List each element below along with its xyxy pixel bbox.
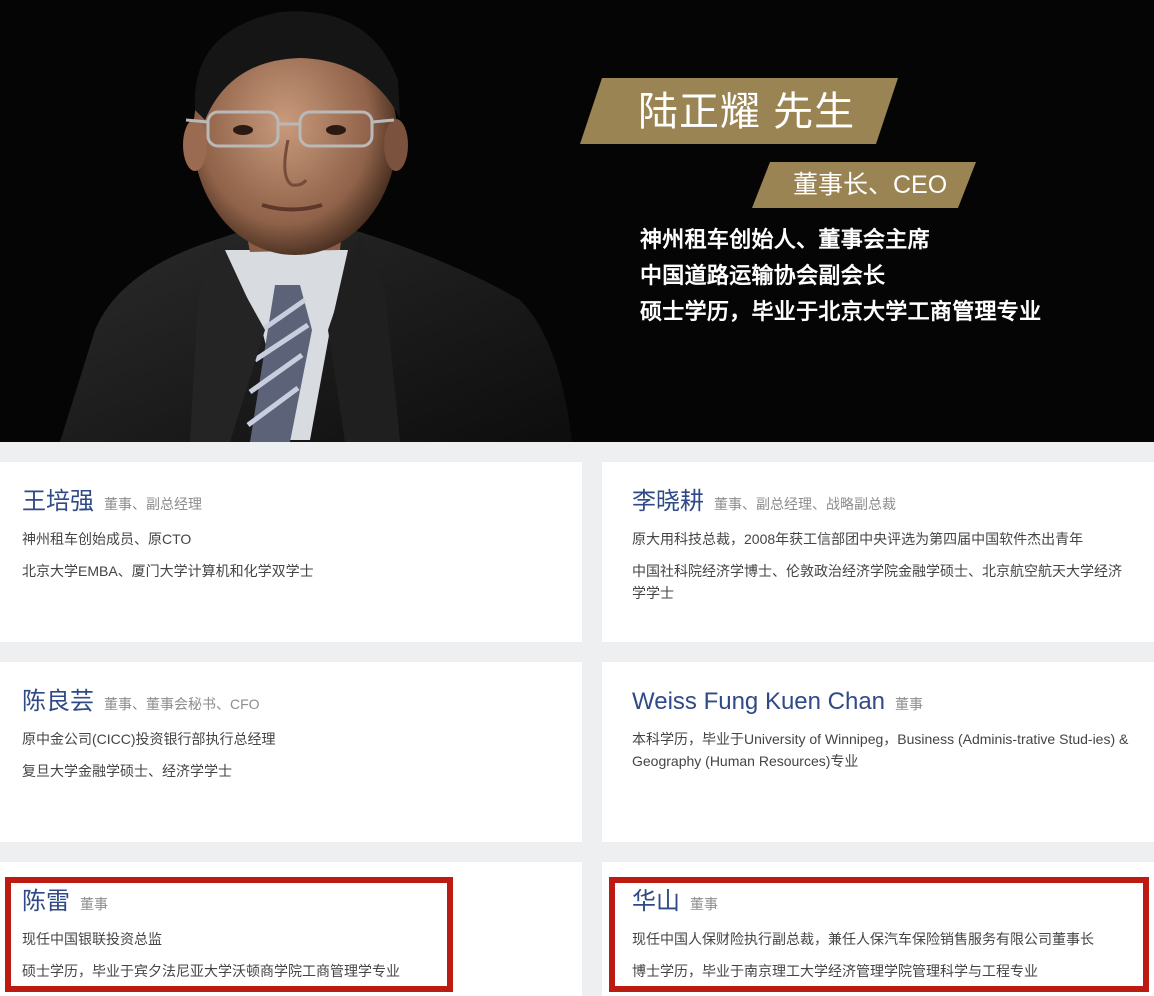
member-role: 董事、副总经理 <box>104 496 202 512</box>
member-detail: 原大用科技总裁，2008年获工信部团中央评选为第四届中国软件杰出青年 <box>632 531 1084 547</box>
member-role: 董事 <box>690 896 718 912</box>
member-name: 王培强 <box>22 488 94 515</box>
member-card-li-xiaogeng: 李晓耕 董事、副总经理、战略副总裁 原大用科技总裁，2008年获工信部团中央评选… <box>602 462 1154 642</box>
chairman-title: 董事长、CEO <box>793 171 948 199</box>
member-detail: 北京大学EMBA、厦门大学计算机和化学双学士 <box>22 563 314 579</box>
bio-line: 硕士学历，毕业于北京大学工商管理专业 <box>640 299 1042 324</box>
member-detail: 本科学历，毕业于University of Winnipeg，Business … <box>632 731 1129 769</box>
chairman-hero: 陆正耀 先生 董事长、CEO 神州租车创始人、董事会主席 中国道路运输协会副会长… <box>0 0 1154 442</box>
member-role: 董事、董事会秘书、CFO <box>104 696 260 712</box>
member-detail: 硕士学历，毕业于宾夕法尼亚大学沃顿商学院工商管理学专业 <box>22 963 400 979</box>
chairman-name: 陆正耀 先生 <box>638 90 856 134</box>
chairman-bio: 神州租车创始人、董事会主席 中国道路运输协会副会长 硕士学历，毕业于北京大学工商… <box>640 222 1041 330</box>
member-role: 董事、副总经理、战略副总裁 <box>714 496 896 512</box>
member-detail: 中国社科院经济学博士、伦敦政治经济学院金融学硕士、北京航空航天大学经济学学士 <box>632 563 1122 601</box>
member-card-hua-shan: 华山 董事 现任中国人保财险执行副总裁，兼任人保汽车保险销售服务有限公司董事长 … <box>602 862 1154 996</box>
member-role: 董事 <box>80 896 108 912</box>
bio-line: 神州租车创始人、董事会主席 <box>640 227 930 252</box>
bio-line: 中国道路运输协会副会长 <box>640 263 886 288</box>
member-detail: 现任中国人保财险执行副总裁，兼任人保汽车保险销售服务有限公司董事长 <box>632 931 1094 947</box>
member-name: 李晓耕 <box>632 488 704 515</box>
member-card-chen-lei: 陈雷 董事 现任中国银联投资总监 硕士学历，毕业于宾夕法尼亚大学沃顿商学院工商管… <box>0 862 582 996</box>
member-detail: 博士学历，毕业于南京理工大学经济管理学院管理科学与工程专业 <box>632 963 1038 979</box>
chairman-portrait <box>60 11 572 442</box>
member-detail: 原中金公司(CICC)投资银行部执行总经理 <box>22 731 276 747</box>
member-role: 董事 <box>895 696 924 712</box>
member-card-wang-peiqiang: 王培强 董事、副总经理 神州租车创始成员、原CTO 北京大学EMBA、厦门大学计… <box>0 462 582 642</box>
member-detail: 现任中国银联投资总监 <box>22 931 162 947</box>
member-name: 陈雷 <box>22 888 70 915</box>
member-name: Weiss Fung Kuen Chan <box>632 688 886 715</box>
member-detail: 神州租车创始成员、原CTO <box>22 531 192 547</box>
member-card-chen-liangyun: 陈良芸 董事、董事会秘书、CFO 原中金公司(CICC)投资银行部执行总经理 复… <box>0 662 582 842</box>
member-detail: 复旦大学金融学硕士、经济学学士 <box>22 763 232 779</box>
member-card-weiss-chan: Weiss Fung Kuen Chan 董事 本科学历，毕业于Universi… <box>602 662 1154 842</box>
member-name: 陈良芸 <box>22 688 94 715</box>
member-name: 华山 <box>632 888 680 915</box>
